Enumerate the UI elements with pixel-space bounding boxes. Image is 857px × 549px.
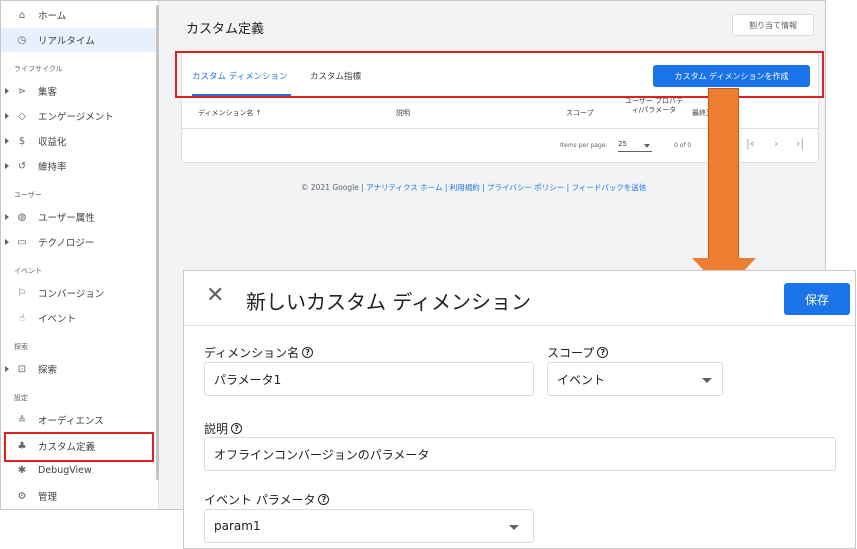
sidebar-item-conversions[interactable]: ⚐ コンバージョン xyxy=(1,281,156,305)
bug-icon: ✱ xyxy=(17,464,27,476)
description-label-text: 説明 xyxy=(204,422,229,436)
event-parameter-label: イベント パラメータ ? xyxy=(204,491,330,508)
section-explore: 探索 xyxy=(14,343,28,351)
sidebar-item-label: ユーザー属性 xyxy=(38,213,95,224)
sidebar-item-label: テクノロジー xyxy=(38,238,95,249)
help-icon[interactable]: ? xyxy=(302,347,314,358)
sidebar-item-label: コンバージョン xyxy=(38,289,105,300)
sidebar-item-label: 管理 xyxy=(38,492,58,503)
sidebar-item-label: リアルタイム xyxy=(38,36,95,47)
sidebar-item-label: ホーム xyxy=(38,11,67,22)
scope-label: スコープ ? xyxy=(547,344,609,361)
sidebar-item-label: 集客 xyxy=(38,87,58,98)
sidebar-item-home[interactable]: ⌂ ホーム xyxy=(1,3,156,27)
column-header-name[interactable]: ディメンション名 ↑ xyxy=(198,108,262,118)
event-parameter-value: param1 xyxy=(214,519,261,533)
column-header-scope[interactable]: スコープ xyxy=(566,108,594,118)
scope-value: イベント xyxy=(557,372,606,387)
column-header-user-property[interactable]: ユーザー プロパティ/パラメータ xyxy=(624,97,684,115)
pagination-range: 0 of 0 xyxy=(674,142,692,149)
dimension-name-label: ディメンション名 ? xyxy=(204,344,314,361)
column-header-description[interactable]: 説明 xyxy=(396,108,410,118)
dimension-name-input[interactable]: パラメータ1 xyxy=(204,362,534,396)
description-input[interactable]: オフラインコンバージョンのパラメータ xyxy=(204,437,836,471)
retention-icon: ↺ xyxy=(17,160,27,172)
tag-icon: ◇ xyxy=(18,110,26,122)
devices-icon: ▭ xyxy=(17,236,27,248)
items-per-page-select[interactable]: 25 xyxy=(618,140,652,152)
sidebar: ⌂ ホーム ◷ リアルタイム ライフサイクル ⋗ 集客 ◇ エンゲージメント $… xyxy=(1,1,159,509)
touch-icon: ☝ xyxy=(18,312,26,324)
clock-icon: ◷ xyxy=(17,34,27,46)
sidebar-item-explore[interactable]: ⊡ 探索 xyxy=(1,357,156,381)
sidebar-scrollbar[interactable] xyxy=(156,5,159,480)
expand-arrow-icon[interactable] xyxy=(5,366,9,372)
dimension-name-label-text: ディメンション名 xyxy=(204,346,300,360)
sidebar-item-label: イベント xyxy=(38,314,77,325)
help-icon[interactable]: ? xyxy=(231,423,243,434)
sidebar-item-admin[interactable]: ⚙ 管理 xyxy=(1,484,156,508)
sidebar-item-audiences[interactable]: ≗ オーディエンス xyxy=(1,408,156,432)
sidebar-item-monetization[interactable]: $ 収益化 xyxy=(1,129,156,153)
dialog-title: 新しいカスタム ディメンション xyxy=(246,290,531,314)
page-title: カスタム定義 xyxy=(186,22,265,37)
event-parameter-label-text: イベント パラメータ xyxy=(204,493,316,507)
dollar-icon: $ xyxy=(18,135,26,147)
sidebar-item-events[interactable]: ☝ イベント xyxy=(1,306,156,330)
event-parameter-select[interactable]: param1 xyxy=(204,509,534,543)
audience-icon: ≗ xyxy=(17,414,27,426)
scope-label-text: スコープ xyxy=(547,346,595,360)
home-icon: ⌂ xyxy=(18,9,26,21)
sidebar-item-retention[interactable]: ↺ 維持率 xyxy=(1,154,156,178)
down-arrow-icon xyxy=(708,88,739,259)
sidebar-item-technology[interactable]: ▭ テクノロジー xyxy=(1,230,156,254)
scope-select[interactable]: イベント xyxy=(547,362,723,396)
dropdown-caret-icon xyxy=(644,144,650,148)
help-icon[interactable]: ? xyxy=(318,494,330,505)
sidebar-item-label: エンゲージメント xyxy=(38,112,114,123)
sidebar-item-label: 探索 xyxy=(38,365,58,376)
section-event: イベント xyxy=(14,267,42,275)
sidebar-item-label: オーディエンス xyxy=(38,416,104,427)
expand-arrow-icon[interactable] xyxy=(5,113,9,119)
sidebar-item-realtime[interactable]: ◷ リアルタイム xyxy=(1,28,156,52)
dialog-header: ✕ 新しいカスタム ディメンション 保存 xyxy=(184,271,855,326)
sidebar-item-label: 収益化 xyxy=(38,137,67,148)
expand-arrow-icon[interactable] xyxy=(5,163,9,169)
footer: © 2021 Google | アナリティクス ホーム | 利用規約 | プライ… xyxy=(301,182,646,193)
close-icon[interactable]: ✕ xyxy=(206,285,224,307)
items-per-page-value: 25 xyxy=(618,140,627,148)
sidebar-item-label: DebugView xyxy=(38,464,92,476)
sidebar-item-engagement[interactable]: ◇ エンゲージメント xyxy=(1,104,156,128)
dropdown-caret-icon xyxy=(702,378,712,383)
sidebar-item-demographics[interactable]: ◍ ユーザー属性 xyxy=(1,205,156,229)
section-config: 設定 xyxy=(14,394,28,402)
expand-arrow-icon[interactable] xyxy=(5,138,9,144)
gear-icon: ⚙ xyxy=(17,490,27,502)
acquisition-icon: ⋗ xyxy=(17,85,27,97)
globe-icon: ◍ xyxy=(17,211,27,223)
footer-links[interactable]: アナリティクス ホーム | 利用規約 | プライバシー ポリシー | フィードバ… xyxy=(366,183,646,192)
expand-arrow-icon[interactable] xyxy=(5,88,9,94)
assignment-info-button[interactable]: 割り当て情報 xyxy=(732,14,814,36)
last-page-icon[interactable]: ›| xyxy=(796,137,804,150)
expand-arrow-icon[interactable] xyxy=(5,239,9,245)
explore-icon: ⊡ xyxy=(17,363,27,375)
help-icon[interactable]: ? xyxy=(597,347,609,358)
expand-arrow-icon[interactable] xyxy=(5,214,9,220)
footer-copyright: © 2021 Google | xyxy=(301,183,364,192)
sidebar-highlight-box xyxy=(4,432,154,462)
section-lifecycle: ライフサイクル xyxy=(14,65,63,73)
flag-icon: ⚐ xyxy=(17,287,27,299)
prev-page-icon[interactable]: ‹ xyxy=(750,137,754,150)
section-user: ユーザー xyxy=(14,191,42,199)
sidebar-item-label: 維持率 xyxy=(38,162,67,173)
next-page-icon[interactable]: › xyxy=(774,137,778,150)
new-custom-dimension-dialog: ✕ 新しいカスタム ディメンション 保存 ディメンション名 ? パラメータ1 ス… xyxy=(183,270,856,549)
save-button[interactable]: 保存 xyxy=(784,283,850,315)
dropdown-caret-icon xyxy=(509,525,519,530)
items-per-page-label: Items per page: xyxy=(560,142,608,149)
description-label: 説明 ? xyxy=(204,420,243,437)
sidebar-item-acquisition[interactable]: ⋗ 集客 xyxy=(1,79,156,103)
